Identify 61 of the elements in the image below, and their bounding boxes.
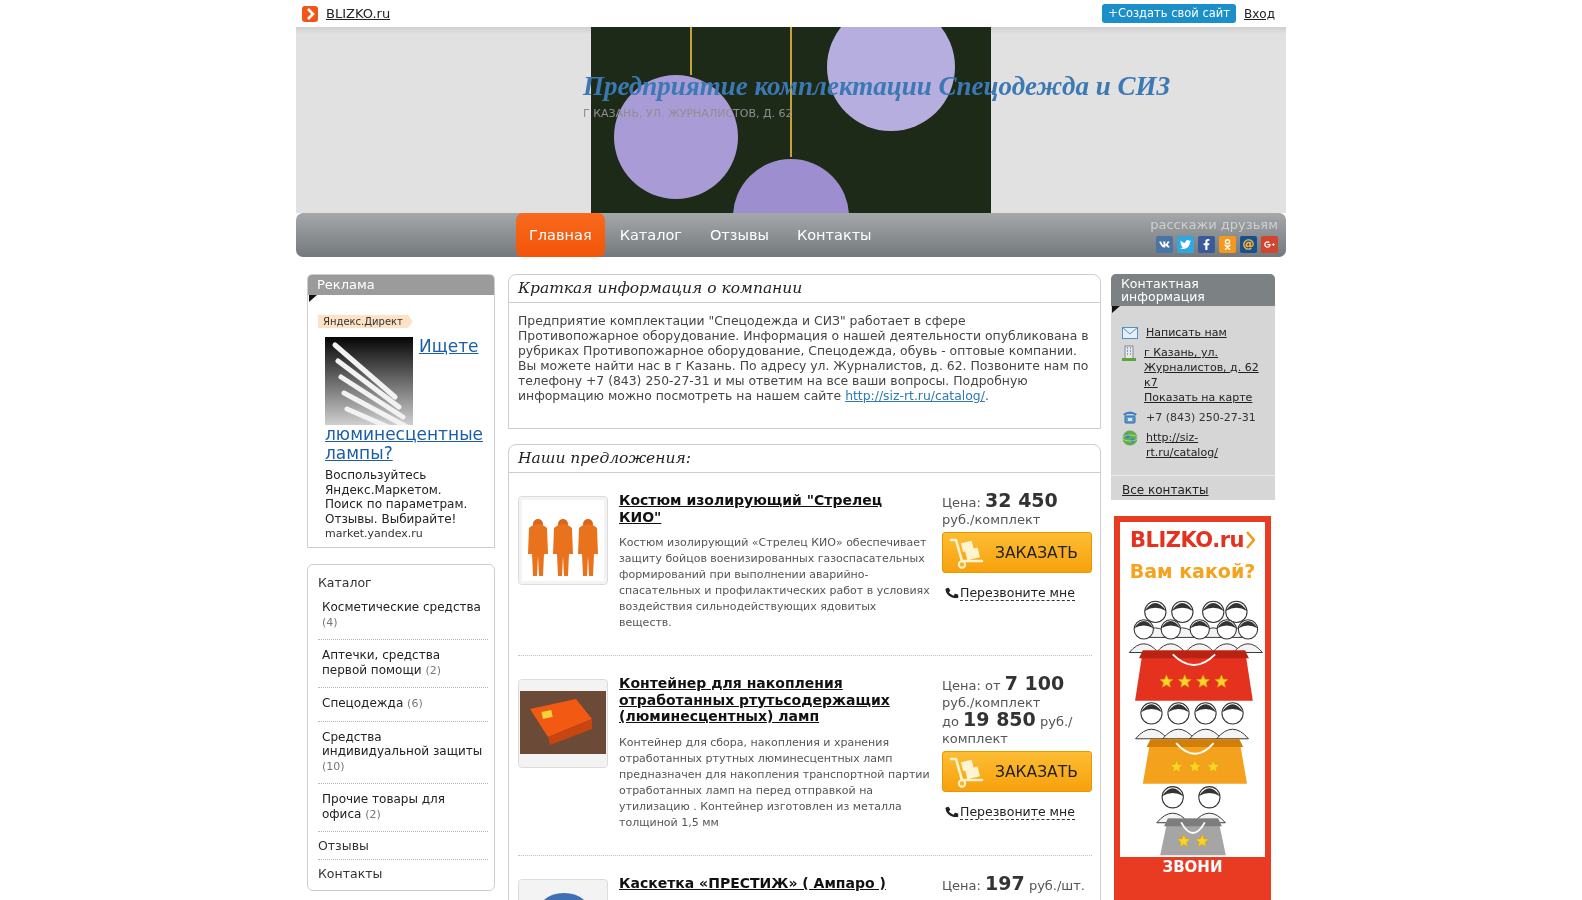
callback-link[interactable]: Перезвоните мне <box>942 585 1092 601</box>
about-text: Предприятие комплектации "Спецодежда и СИЗ" работает в сфере Противопожарное оборудование. Информация о нашей деятельности опубликована в рубриках Противопожарное оборудование, Спецодежда, обувь - оптовые компании. Вы можете найти нас в г Казань. По адресу ул. Журналистов, д. 62. Позвоните нам по телефону +7 (843) 250-27-31 и мы ответим на все ваши вопросы. Подробную информацию можно посмотреть на нашем сайте http://siz-rt.ru/catalog/. <box>517 312 1090 405</box>
create-site-button[interactable]: +Создать свой сайт <box>1102 4 1236 23</box>
banner-call-text: ЗВОНИ <box>1120 857 1265 900</box>
banner-logo-text: BLIZKO.ru <box>1130 527 1244 553</box>
contact-link[interactable]: г Казань, ул. Журналистов, д. 62 к7 <box>1144 345 1266 390</box>
order-button[interactable]: ЗАКАЗАТЬ <box>942 751 1092 792</box>
google-plus-icon[interactable] <box>1261 236 1278 253</box>
ad-source-badge: Яндекс.Директ <box>318 315 413 328</box>
sidebar-link[interactable]: Контакты <box>318 860 488 887</box>
contact-phone: +7 (843) 250-27-31 <box>1146 410 1257 425</box>
catalog-item[interactable]: Прочие товары для офиса (2) <box>318 784 488 832</box>
product-description: Костюм изолирующий «Стрелец КИО» обеспечивает защиту бойцов военизированных газоспасательных формирований при выполнении аварийно-спасательных и профилактических работ в условиях воздействия сильнодействующих ядовитых веществ. <box>619 535 931 631</box>
at-sign-icon[interactable] <box>1240 236 1257 253</box>
building-icon <box>1122 345 1136 361</box>
ad-header: Реклама <box>308 275 494 295</box>
price-text: Цена: 197 руб./шт. <box>942 874 1086 894</box>
ad-text: Воспользуйтесь Яндекс.Маркетом. Поиск по параметрам. Отзывы. Выбирайте! <box>325 468 469 526</box>
envelope-icon <box>1122 327 1138 339</box>
facebook-icon[interactable] <box>1198 236 1215 253</box>
catalog-title: Каталог <box>318 575 373 591</box>
hand-truck-icon <box>949 536 985 569</box>
brand-logo-icon <box>302 5 318 22</box>
sidebar-link[interactable]: Отзывы <box>318 832 488 860</box>
ad-title-link[interactable]: Ищете люминесцентные лампы? <box>325 337 485 463</box>
price-text: Цена: 32 450 руб./комплект <box>942 492 1059 528</box>
catalog-item[interactable]: Косметические средства (4) <box>318 592 488 640</box>
contact-link[interactable]: Показать на карте <box>1144 390 1266 405</box>
panel-title: Наши предложения: <box>509 445 1100 473</box>
login-link[interactable]: Вход <box>1244 6 1275 21</box>
catalog-item[interactable]: Спецодежда (6) <box>318 688 488 722</box>
chevron-icon <box>1245 531 1255 549</box>
website-link[interactable]: http://siz-rt.ru/catalog/ <box>845 388 985 403</box>
catalog-item[interactable]: Аптечки, средства первой помощи (2) <box>318 640 488 688</box>
product-title-link[interactable]: Костюм изолирующий "Стрелец КИО" <box>619 492 911 525</box>
price-text: до 19 850 руб./комплект <box>942 711 1074 747</box>
all-contacts-link[interactable]: Все контакты <box>1122 483 1209 497</box>
corner-fold-icon <box>309 295 317 302</box>
telephone-icon <box>1122 410 1138 424</box>
phone-icon <box>945 805 959 819</box>
contacts-header: Контактная информация <box>1111 274 1275 306</box>
product-title-link[interactable]: Каскетка «ПРЕСТИЖ» ( Ампаро ) <box>619 874 911 891</box>
hand-truck-icon <box>949 755 985 788</box>
banner-slogan: Вам какой? <box>1129 559 1256 583</box>
contact-link[interactable]: Написать нам <box>1146 325 1268 340</box>
corner-fold-icon <box>1112 306 1120 313</box>
shopping-bag-drawing <box>1160 818 1226 856</box>
order-button[interactable]: ЗАКАЗАТЬ <box>942 532 1092 573</box>
twitter-icon[interactable] <box>1177 236 1194 253</box>
panel-title: Краткая информация о компании <box>509 275 1100 303</box>
product-description: Контейнер для сбора, накопления и хранения отработанных ртутных люминесцентных ламп предназначен для накопления транспортной партии отработанных ламп на перед отправкой на утилизацию . Контейнер изготовлен из металла толщиной 1,5 мм <box>619 734 931 831</box>
contact-link[interactable]: http://siz-rt.ru/catalog/ <box>1146 430 1268 460</box>
brand-link[interactable]: BLIZKO.ru <box>326 6 391 21</box>
phone-icon <box>945 586 959 600</box>
globe-icon <box>1122 430 1138 446</box>
product-title-link[interactable]: Контейнер для накопления отработанных ртутьсодержащих (люминесцентных) ламп <box>619 675 911 725</box>
callback-link[interactable]: Перезвоните мне <box>942 804 1092 820</box>
ad-domain: market.yandex.ru <box>325 527 424 541</box>
vk-icon[interactable] <box>1156 236 1173 253</box>
catalog-item[interactable]: Средства индивидуальной защиты (10) <box>318 721 488 784</box>
share-label: расскажи друзьям <box>1150 216 1278 233</box>
